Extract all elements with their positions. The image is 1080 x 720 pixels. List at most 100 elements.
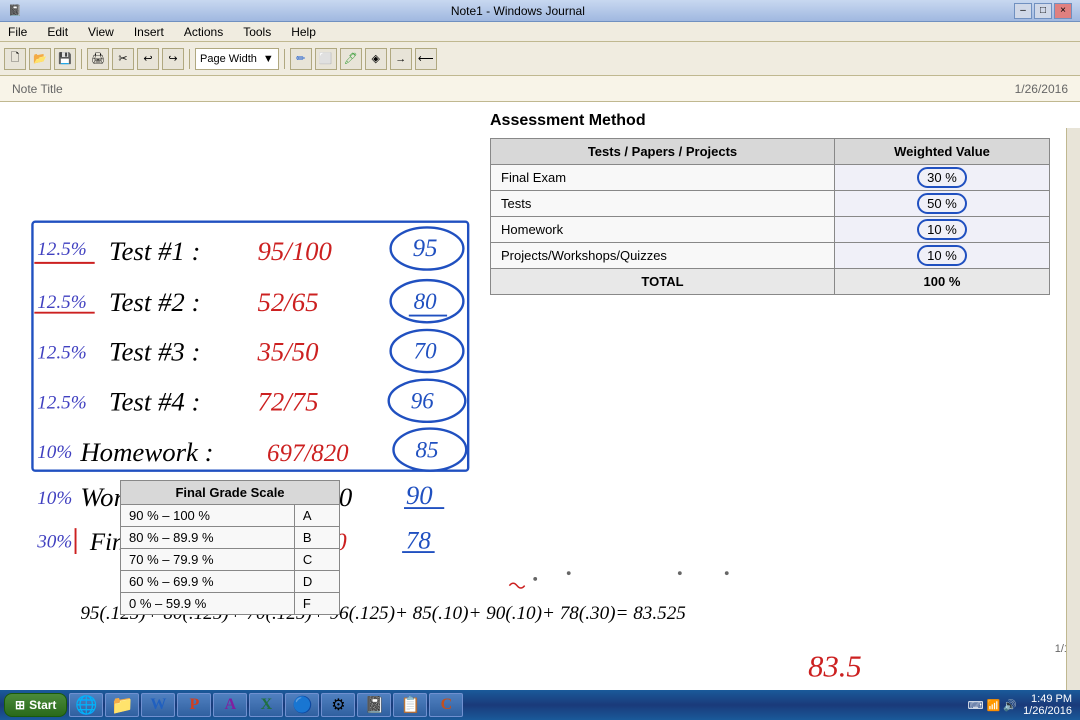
grade-range: 80 % – 89.9 %	[121, 527, 295, 549]
taskbar-access[interactable]: A	[213, 693, 247, 717]
svg-text:35/50: 35/50	[256, 337, 319, 367]
color-btn[interactable]: 🖊	[340, 48, 362, 70]
row-projects-label: Projects/Workshops/Quizzes	[491, 243, 835, 269]
row-tests-label: Tests	[491, 191, 835, 217]
minimize-button[interactable]: –	[1014, 3, 1032, 19]
total-value: 100 %	[834, 269, 1049, 295]
table-row: Homework 10 %	[491, 217, 1050, 243]
value-circle: 10 %	[917, 219, 967, 240]
clock: 1:49 PM 1/26/2016	[1023, 693, 1072, 717]
taskbar-explorer[interactable]: 📁	[105, 693, 139, 717]
value-circle: 50 %	[917, 193, 967, 214]
new-button[interactable]: 🗋	[4, 48, 26, 70]
svg-text:Test #1 :: Test #1 :	[109, 236, 200, 266]
taskbar-ie[interactable]: 🌐	[69, 693, 103, 717]
clock-date: 1/26/2016	[1023, 705, 1072, 717]
tool-btn-3[interactable]: ↩	[137, 48, 159, 70]
window-title: Note1 - Windows Journal	[22, 4, 1014, 18]
table-row: Tests 50 %	[491, 191, 1050, 217]
app-icon: 📓	[8, 4, 22, 17]
svg-text:Homework :: Homework :	[79, 437, 213, 467]
svg-text:85: 85	[416, 437, 439, 462]
open-button[interactable]: 📂	[29, 48, 51, 70]
row-homework-value: 10 %	[834, 217, 1049, 243]
assessment-area: Assessment Method Tests / Papers / Proje…	[490, 112, 1050, 440]
grade-letter: C	[294, 549, 339, 571]
grade-row: 60 % – 69.9 % D	[121, 571, 340, 593]
menu-actions[interactable]: Actions	[180, 25, 227, 39]
grade-row: 90 % – 100 % A	[121, 505, 340, 527]
maximize-button[interactable]: □	[1034, 3, 1052, 19]
svg-text:95/100: 95/100	[257, 236, 332, 266]
eraser-button[interactable]: ⬜	[315, 48, 337, 70]
tool-btn-6[interactable]: →	[390, 48, 412, 70]
svg-text:12.5%: 12.5%	[37, 239, 86, 260]
svg-text:83.5: 83.5	[808, 650, 862, 684]
svg-text:Test #4 :: Test #4 :	[109, 386, 200, 416]
svg-text:Test #3 :: Test #3 :	[109, 337, 200, 367]
start-label: Start	[29, 698, 56, 712]
note-date: 1/26/2016	[1015, 82, 1068, 96]
separator-2	[189, 49, 190, 69]
menu-tools[interactable]: Tools	[239, 25, 275, 39]
print-button[interactable]: 🖨	[87, 48, 109, 70]
assessment-table: Tests / Papers / Projects Weighted Value…	[490, 138, 1050, 295]
svg-text:90: 90	[406, 480, 433, 510]
separator-3	[284, 49, 285, 69]
taskbar-word[interactable]: W	[141, 693, 175, 717]
grade-scale-header: Final Grade Scale	[121, 481, 340, 505]
table-row: Projects/Workshops/Quizzes 10 %	[491, 243, 1050, 269]
taskbar-excel[interactable]: X	[249, 693, 283, 717]
grade-row: 80 % – 89.9 % B	[121, 527, 340, 549]
save-button[interactable]: 💾	[54, 48, 76, 70]
menu-help[interactable]: Help	[287, 25, 320, 39]
grade-letter: A	[294, 505, 339, 527]
taskbar-powerpoint[interactable]: P	[177, 693, 211, 717]
tool-btn-2[interactable]: ✂	[112, 48, 134, 70]
window-controls: – □ ×	[1014, 3, 1072, 19]
svg-text:72/75: 72/75	[257, 386, 318, 416]
menu-file[interactable]: File	[4, 25, 31, 39]
taskbar-chrome[interactable]: 🔵	[285, 693, 319, 717]
taskbar-icons: ⌨ 📶 🔊	[968, 699, 1017, 712]
tool-btn-7[interactable]: ⟵	[415, 48, 437, 70]
tool-btn-4[interactable]: ↪	[162, 48, 184, 70]
table-row: Final Exam 30 %	[491, 165, 1050, 191]
grade-row: 0 % – 59.9 % F	[121, 593, 340, 615]
grade-range: 0 % – 59.9 %	[121, 593, 295, 615]
taskbar-app2[interactable]: ⚙	[321, 693, 355, 717]
tool-btn-5[interactable]: ◈	[365, 48, 387, 70]
menu-view[interactable]: View	[84, 25, 118, 39]
menu-insert[interactable]: Insert	[130, 25, 168, 39]
title-bar: 📓 Note1 - Windows Journal – □ ×	[0, 0, 1080, 22]
svg-text:12.5%: 12.5%	[37, 343, 86, 364]
page-width-dropdown[interactable]: Page Width ▼	[195, 48, 279, 70]
total-label: TOTAL	[491, 269, 835, 295]
grade-letter: B	[294, 527, 339, 549]
scroll-bar[interactable]	[1066, 128, 1080, 690]
taskbar-app4[interactable]: 📋	[393, 693, 427, 717]
svg-text:Test #2 :: Test #2 :	[109, 287, 200, 317]
col-header-weight: Weighted Value	[834, 139, 1049, 165]
taskbar-app3[interactable]: 📓	[357, 693, 391, 717]
taskbar-app5[interactable]: C	[429, 693, 463, 717]
start-button[interactable]: ⊞ Start	[4, 693, 67, 717]
note-title: Note Title	[12, 82, 63, 96]
svg-text:30%: 30%	[36, 531, 72, 552]
total-row: TOTAL 100 %	[491, 269, 1050, 295]
svg-text:12.5%: 12.5%	[37, 392, 86, 413]
svg-text:96: 96	[411, 388, 434, 413]
canvas[interactable]: 12.5% Test #1 : 95/100 95 12.5% Test #2 …	[0, 102, 1080, 690]
grade-range: 90 % – 100 %	[121, 505, 295, 527]
start-icon: ⊞	[15, 698, 25, 712]
row-final-exam-label: Final Exam	[491, 165, 835, 191]
menu-edit[interactable]: Edit	[43, 25, 72, 39]
grade-letter: F	[294, 593, 339, 615]
grade-table: Final Grade Scale 90 % – 100 % A 80 % – …	[120, 480, 340, 615]
row-homework-label: Homework	[491, 217, 835, 243]
close-button[interactable]: ×	[1054, 3, 1072, 19]
svg-text:70: 70	[414, 339, 437, 364]
svg-text:10%: 10%	[37, 442, 72, 463]
clock-time: 1:49 PM	[1023, 693, 1072, 705]
pen-button[interactable]: ✏	[290, 48, 312, 70]
